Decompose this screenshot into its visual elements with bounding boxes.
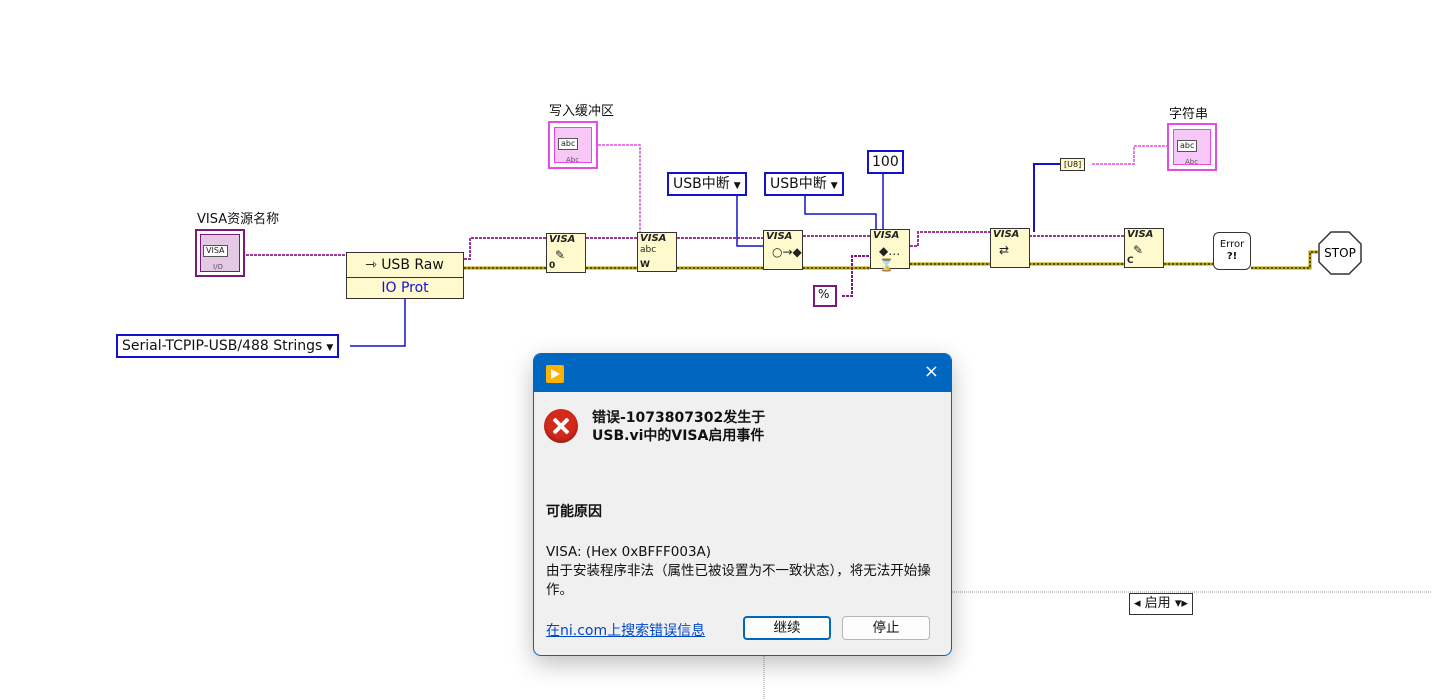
simple-error-handler[interactable]: Error ?! — [1213, 232, 1251, 270]
error-headline: 错误-1073807302发生于 USB.vi中的VISA启用事件 — [592, 410, 766, 444]
write-buffer-label: 写入缓冲区 — [549, 104, 615, 119]
timeout-constant[interactable]: 100 — [867, 150, 904, 174]
string-indicator-abc-sub: Abc — [1185, 158, 1199, 166]
usb-interrupt-enum-2[interactable]: USB中断 ▼ — [764, 172, 844, 196]
property-node-property[interactable]: IO Prot — [347, 277, 463, 299]
io-protocol-enum[interactable]: Serial-TCPIP-USB/488 Strings ▼ — [116, 334, 340, 358]
string-indicator-label: 字符串 — [1169, 107, 1209, 122]
visa-resource-label: VISA资源名称 — [197, 212, 280, 227]
case-selector[interactable]: ◂ 启用 ▾▸ — [1129, 593, 1193, 615]
event-icon: ○→◆ — [772, 245, 802, 259]
write-buffer-abc-sub: Abc — [566, 156, 580, 164]
error-detail: VISA: (Hex 0xBFFF003A) 由于安装程序非法（属性已被设置为不… — [546, 544, 931, 598]
error-dialog: × 错误-1073807302发生于 USB.vi中的VISA启用事件 可能原因… — [533, 353, 952, 656]
enum-dropdown-icon: ▼ — [733, 181, 741, 191]
usb-interrupt-enum-1[interactable]: USB中断 ▼ — [667, 172, 747, 196]
usb-raw-property-node[interactable]: ⇾ USB Raw IO Prot — [346, 252, 464, 299]
visa-io-text: I/O — [213, 263, 223, 271]
string-indicator-abc: abc — [1177, 140, 1198, 152]
visa-wait-event-function[interactable]: VISA ◆…⌛ — [870, 229, 910, 272]
case-prev-icon[interactable]: ◂ — [1134, 596, 1141, 611]
write-buffer-control[interactable]: abc Abc — [548, 121, 598, 169]
continue-button[interactable]: 继续 — [743, 616, 831, 640]
dialog-titlebar: × — [534, 354, 951, 392]
case-selector-label: 启用 — [1144, 596, 1171, 611]
enum-dropdown-icon: ▼ — [326, 343, 334, 353]
string-indicator[interactable]: abc Abc — [1167, 123, 1217, 171]
visa-enable-event-function[interactable]: VISA ○→◆ — [763, 230, 803, 270]
svg-text:STOP: STOP — [1324, 246, 1356, 260]
visa-close-function[interactable]: VISA ✎ C — [1124, 228, 1164, 268]
visa-resource-text: VISA — [203, 245, 228, 257]
u8-conversion-function[interactable]: [U8] — [1060, 158, 1086, 171]
visa-write-function[interactable]: VISA abc W — [637, 232, 677, 272]
format-constant[interactable]: % — [813, 285, 837, 307]
labview-app-icon — [546, 365, 564, 383]
visa-open-icon: ✎ — [555, 248, 566, 262]
error-icon — [544, 409, 578, 443]
search-error-link[interactable]: 在ni.com上搜索错误信息 — [546, 620, 705, 640]
hourglass-icon: ◆…⌛ — [879, 244, 901, 272]
write-buffer-abc: abc — [558, 138, 579, 150]
stop-button[interactable]: 停止 — [842, 616, 930, 640]
close-pencil-icon: ✎ — [1133, 243, 1144, 257]
stop-sign-icon[interactable]: STOP — [1318, 231, 1362, 275]
visa-resource-control[interactable]: VISA I/O — [195, 229, 245, 277]
close-icon[interactable]: × — [924, 362, 939, 382]
possible-reason-title: 可能原因 — [546, 504, 602, 520]
enum-dropdown-icon: ▼ — [830, 181, 838, 191]
property-node-class: ⇾ USB Raw — [347, 253, 463, 278]
usb-plug-icon: ⇾ — [365, 257, 382, 273]
usb-icon: ⇄ — [999, 243, 1010, 257]
case-dropdown-icon[interactable]: ▾▸ — [1175, 596, 1188, 611]
visa-usb-read-function[interactable]: VISA ⇄ — [990, 228, 1030, 268]
visa-open-function[interactable]: VISA ✎ 0 — [546, 233, 586, 273]
